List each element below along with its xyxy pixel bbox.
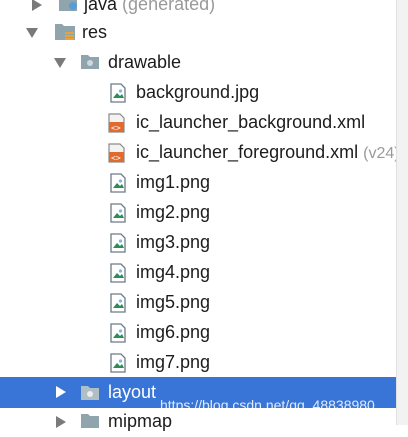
tree-item-file[interactable]: img6.png [0,318,396,348]
vertical-scrollbar[interactable] [396,0,408,425]
tree-item-java[interactable]: java (generated) [0,0,396,20]
file-name: background.jpg [136,82,260,102]
tree-item-file[interactable]: img2.png [0,198,396,228]
file-name: img1.png [136,172,211,192]
file-name: img5.png [136,292,211,312]
svg-text:<>: <> [111,124,121,133]
file-name: img7.png [136,352,211,372]
tree-item-file[interactable]: background.jpg [0,78,396,108]
xml-file-icon: <> [108,143,125,163]
project-tree: java (generated) res drawable background… [0,0,400,431]
collapse-arrow-icon[interactable] [26,28,38,38]
tree-item-file[interactable]: <> ic_launcher_foreground.xml (v24) [0,138,400,168]
tree-item-label: mipmap [108,411,173,431]
tree-item-file[interactable]: img7.png [0,348,396,378]
folder-icon [81,55,99,69]
image-file-icon [110,173,126,193]
file-name: img6.png [136,322,211,342]
file-name: ic_launcher_foreground.xml [136,142,359,162]
folder-icon [59,0,77,11]
collapse-arrow-icon[interactable] [54,58,66,68]
file-name: img3.png [136,232,211,252]
generated-suffix: (generated) [122,0,216,14]
file-name: img4.png [136,262,211,282]
tree-item-drawable[interactable]: drawable [0,48,396,78]
version-qualifier: (v24) [363,145,400,162]
expand-arrow-icon[interactable] [56,386,66,398]
image-file-icon [110,83,126,103]
image-file-icon [110,203,126,223]
svg-text:<>: <> [111,154,121,163]
file-name: ic_launcher_background.xml [136,112,366,132]
tree-item-label: java [84,0,118,14]
tree-item-file[interactable]: img4.png [0,258,396,288]
tree-item-file[interactable]: img1.png [0,168,396,198]
tree-item-file[interactable]: <> ic_launcher_background.xml [0,108,396,138]
image-file-icon [110,233,126,253]
image-file-icon [110,353,126,373]
tree-item-label: drawable [108,52,182,72]
image-file-icon [110,323,126,343]
tree-item-label: layout [108,382,157,402]
expand-arrow-icon[interactable] [32,0,42,11]
folder-icon [81,414,99,428]
tree-item-file[interactable]: img3.png [0,228,396,258]
tree-item-label: res [82,22,108,42]
csdn-watermark: https://blog.csdn.net/qq_48838980 [160,397,375,413]
expand-arrow-icon[interactable] [56,416,66,428]
resource-folder-icon [55,24,75,40]
folder-icon [81,386,99,400]
image-file-icon [110,293,126,313]
tree-item-res[interactable]: res [0,18,396,48]
file-name: img2.png [136,202,211,222]
tree-item-file[interactable]: img5.png [0,288,396,318]
xml-file-icon: <> [108,113,125,133]
image-file-icon [110,263,126,283]
